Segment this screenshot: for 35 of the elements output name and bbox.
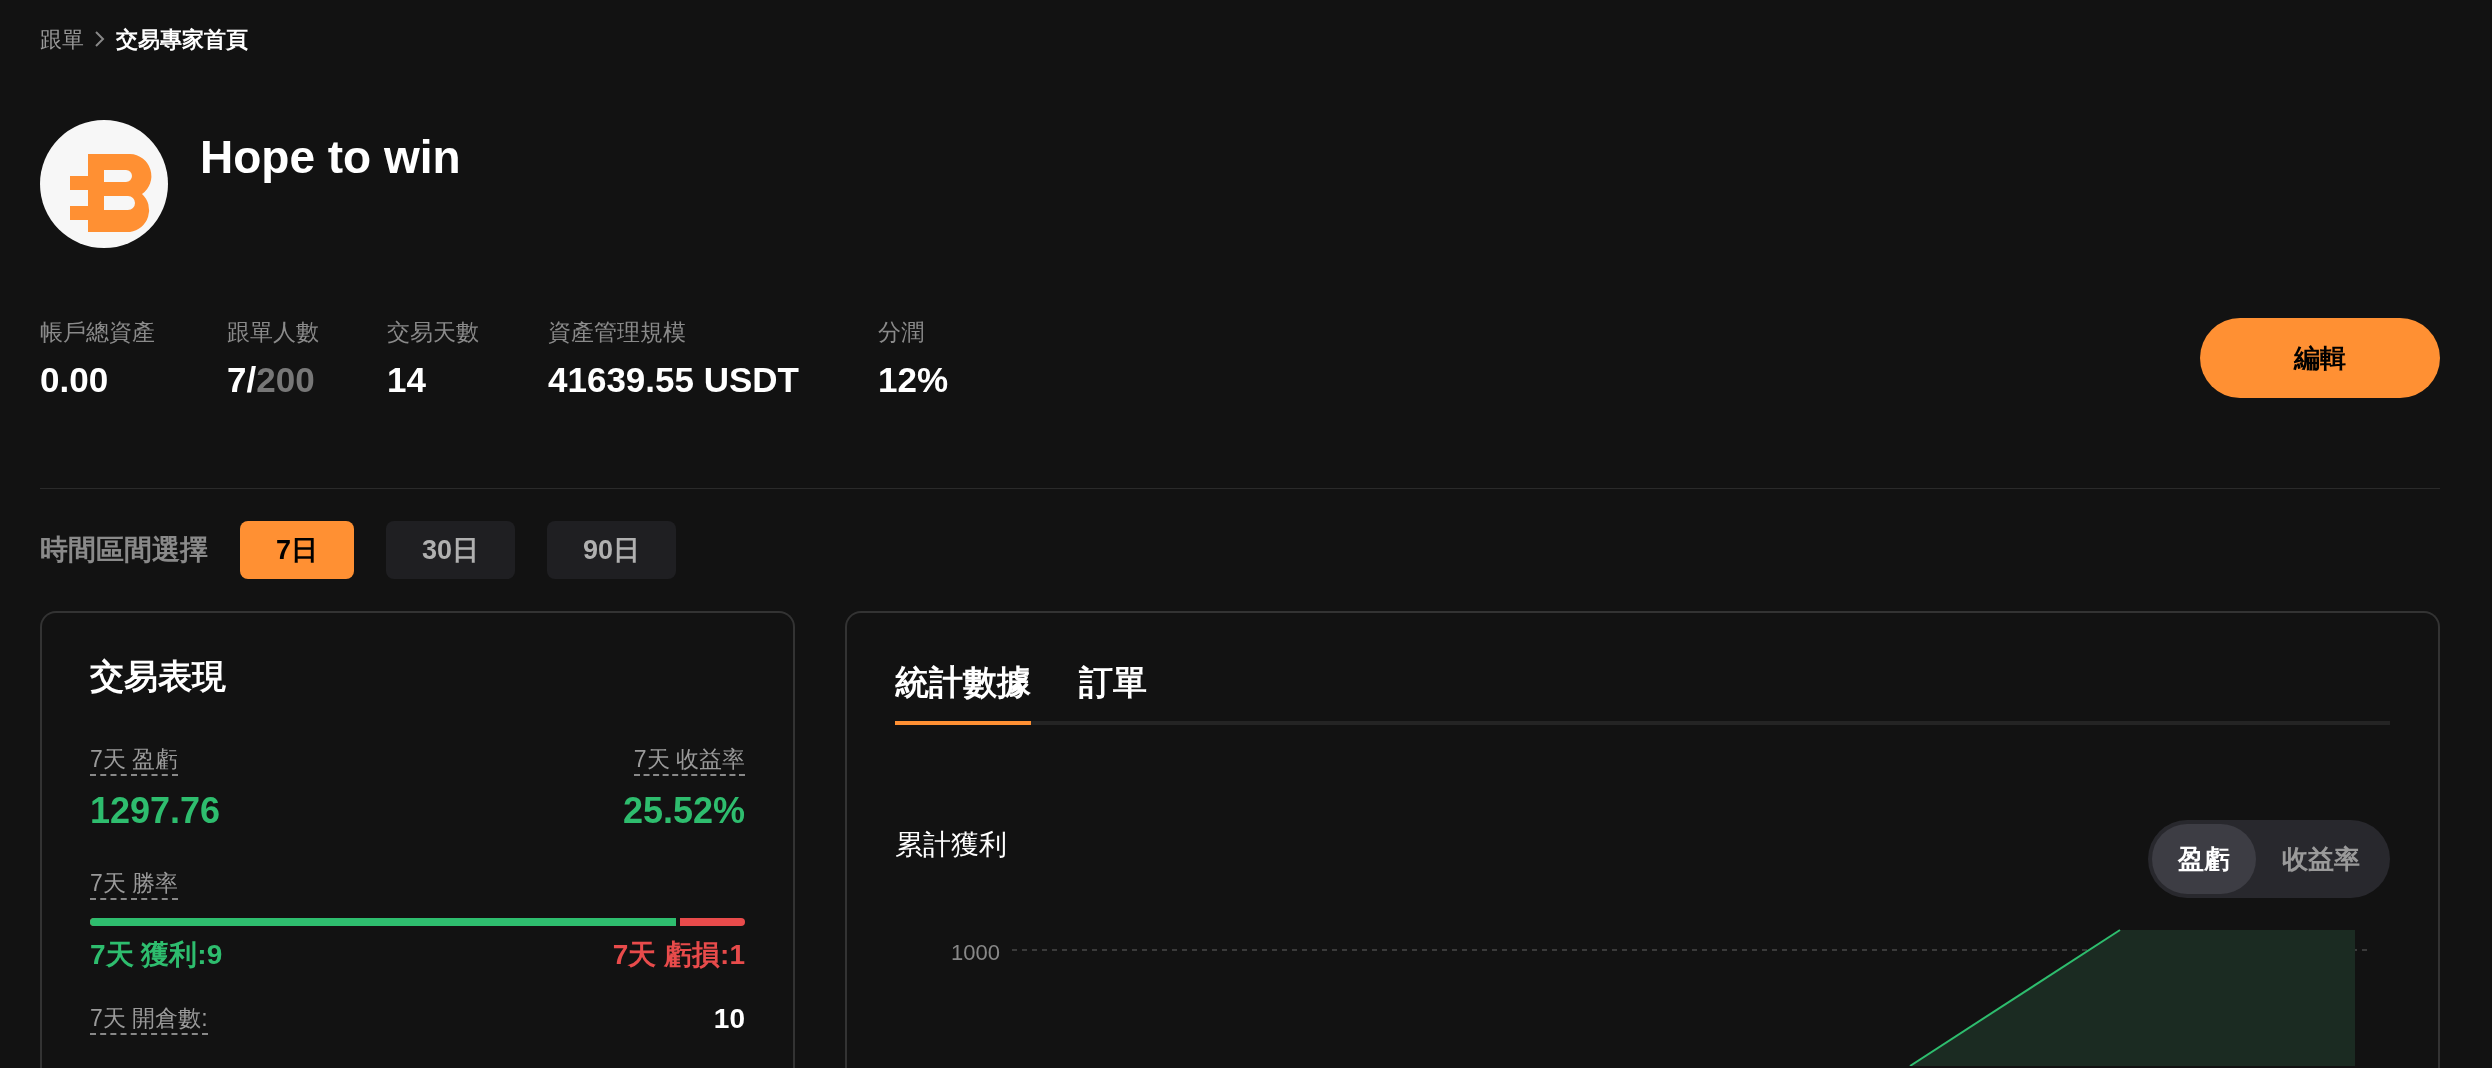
metric-label: 7天 開倉數: xyxy=(90,1003,208,1035)
stat-value: 14 xyxy=(387,360,427,400)
stat-value: 0.00 xyxy=(40,360,110,400)
metric-label: 7天 收益率 xyxy=(633,744,745,776)
breadcrumb-link[interactable]: 交易專家首頁 xyxy=(116,22,248,56)
panel-tab[interactable]: 訂單 xyxy=(1079,643,1147,725)
open-count-value: 10 xyxy=(713,1002,745,1036)
toggle-option[interactable]: 盈虧 xyxy=(2152,824,2256,894)
wins-count: 7天 獲利:9 xyxy=(90,938,223,972)
metric-label: 7天 勝率 xyxy=(90,868,179,900)
chart-title: 累計獲利 xyxy=(895,828,1007,862)
avatar-icon xyxy=(40,120,168,248)
edit-button[interactable]: 編輯 xyxy=(2200,318,2440,398)
period-option[interactable]: 90日 xyxy=(547,521,677,579)
period-option[interactable]: 30日 xyxy=(386,521,516,579)
stat-label: 交易天數 xyxy=(387,318,480,347)
metric-label: 7天 盈虧 xyxy=(90,744,179,776)
card-title: 交易表現 xyxy=(90,656,227,697)
breadcrumb-link[interactable]: 跟單 xyxy=(40,22,84,56)
stat-value: 41639.55 USDT xyxy=(548,360,800,400)
stat-label: 分潤 xyxy=(878,318,925,347)
stat-label: 帳戶總資產 xyxy=(40,318,156,347)
stat-value: 12% xyxy=(878,360,950,400)
stat-label: 跟單人數 xyxy=(227,318,320,347)
stat-label: 資產管理規模 xyxy=(548,318,687,347)
stat-value: 7/200 xyxy=(227,360,316,400)
chevron-right-icon xyxy=(94,30,106,48)
panel-tab[interactable]: 統計數據 xyxy=(895,643,1031,725)
losses-count: 7天 虧損:1 xyxy=(612,938,745,972)
period-label: 時間區間選擇 xyxy=(40,533,208,567)
roi-value: 25.52% xyxy=(622,789,745,833)
period-option[interactable]: 7日 xyxy=(240,521,355,579)
toggle-option[interactable]: 收益率 xyxy=(2256,824,2386,894)
pnl-value: 1297.76 xyxy=(90,789,221,833)
y-axis-label: 1000 xyxy=(950,939,1000,967)
